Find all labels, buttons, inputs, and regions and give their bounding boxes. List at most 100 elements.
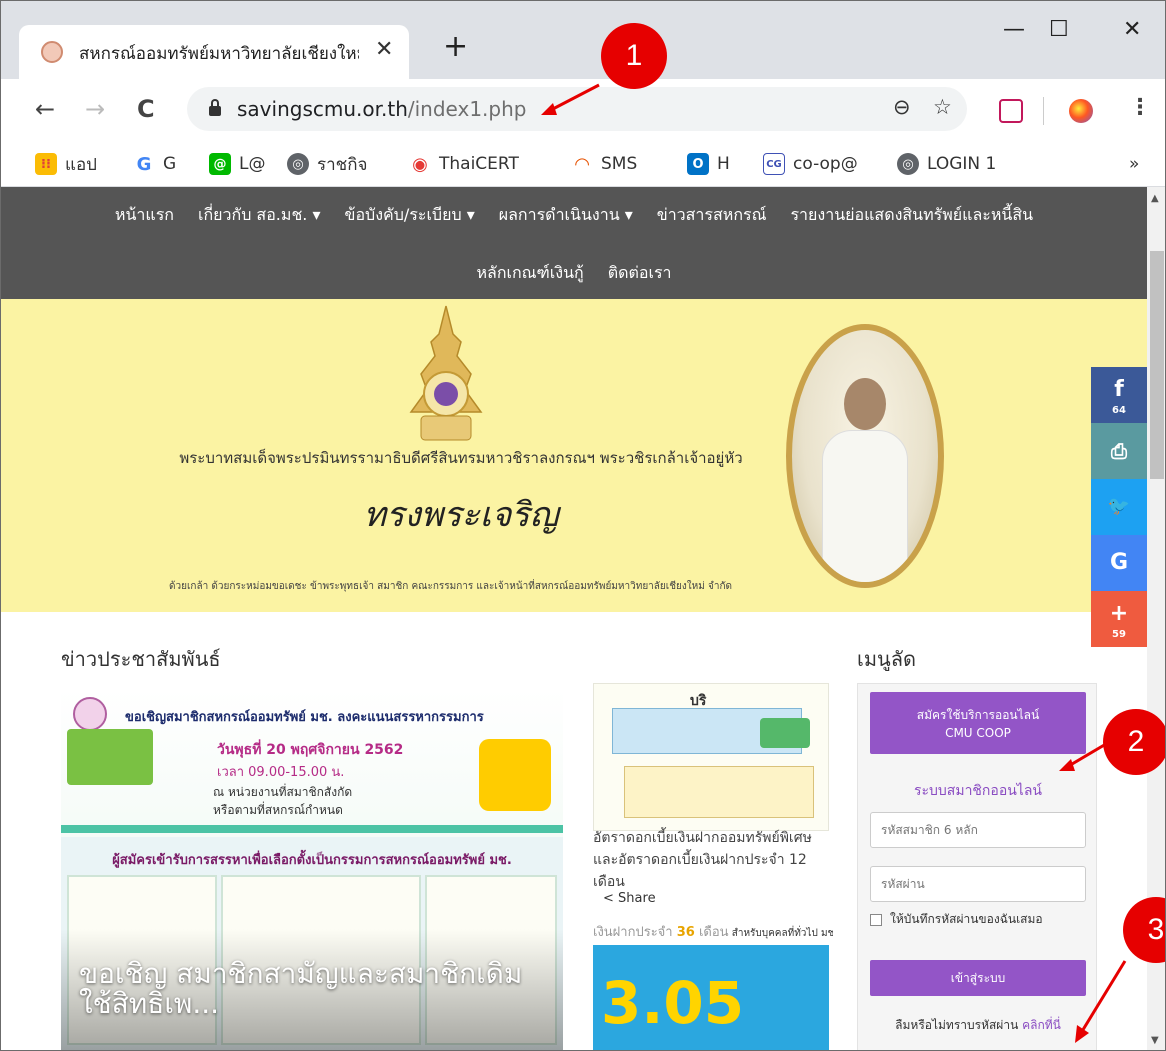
divider-bar — [61, 825, 563, 833]
scroll-down-icon[interactable]: ▼ — [1151, 1035, 1159, 1046]
globe-icon: ◎ — [287, 153, 309, 175]
member-id-input[interactable] — [870, 812, 1086, 848]
share-label: Share — [618, 891, 656, 906]
side-news-title[interactable]: อัตราดอกเบี้ยเงินฝากออมทรัพย์พิเศษ และอั… — [593, 827, 833, 893]
new-tab-button[interactable]: + — [443, 29, 468, 64]
print-icon: ⎙ — [1111, 439, 1127, 463]
news-caption[interactable]: ขอเชิญ สมาชิกสามัญและสมาชิกเดิม ใช้สิทธิ… — [79, 959, 549, 1019]
nav-item-regulations[interactable]: ข้อบังคับ/ระเบียบ ▾ — [345, 203, 475, 228]
share-count: 64 — [1112, 405, 1126, 416]
facebook-share-button[interactable]: f 64 — [1091, 367, 1147, 423]
nav-item-contact[interactable]: ติดต่อเรา — [608, 261, 672, 286]
extension-bird-icon[interactable] — [1069, 99, 1093, 123]
google-icon: G — [1109, 550, 1129, 575]
twitter-icon: 🐦 — [1107, 496, 1131, 517]
scroll-up-icon[interactable]: ▲ — [1151, 193, 1159, 204]
rate-table-graphic — [624, 766, 814, 818]
bookmark-label: L@ — [239, 154, 266, 174]
forgot-link[interactable]: คลิกที่นี่ — [1022, 1018, 1061, 1032]
apply-online-button[interactable]: สมัครใช้บริการออนไลน์ CMU COOP — [870, 692, 1086, 754]
lock-icon[interactable] — [209, 99, 221, 116]
bookmark-coop[interactable]: CG co-op@ — [763, 150, 858, 178]
royal-banner: พระบาทสมเด็จพระปรมินทรรามาธิบดีศรีสินทรม… — [1, 299, 1147, 612]
minimize-button[interactable]: — — [1003, 17, 1025, 42]
bookmark-apps[interactable]: ⁝⁝ แอป — [35, 150, 97, 178]
google-share-button[interactable]: G — [1091, 535, 1147, 591]
bookmark-star-icon[interactable]: ☆ — [933, 95, 952, 119]
signpost-graphic — [67, 729, 153, 785]
news-image-subheader: ผู้สมัครเข้ารับการสรรหาเพื่อเลือกตั้งเป็… — [112, 853, 512, 868]
tab-title: สหกรณ์ออมทรัพย์มหาวิทยาลัยเชียงใหม่ — [79, 44, 359, 64]
quick-menu-heading: เมนูลัด — [857, 647, 916, 671]
bookmark-label: SMS — [601, 154, 638, 174]
checkbox-box[interactable] — [870, 913, 882, 926]
bookmark-ratchakit[interactable]: ◎ ราชกิจ — [287, 150, 367, 178]
forgot-label: ลืมหรือไม่ทราบรหัสผ่าน — [895, 1018, 1023, 1032]
url-text[interactable]: savingscmu.or.th/index1.php — [237, 97, 526, 121]
more-share-button[interactable]: +59 — [1091, 591, 1147, 647]
site-nav: หน้าแรก เกี่ยวกับ สอ.มช. ▾ ข้อบังคับ/ระเ… — [1, 187, 1147, 299]
news-feature-image[interactable]: ขอเชิญสมาชิกสหกรณ์ออมทรัพย์ มช. ลงคะแนนส… — [61, 689, 563, 1050]
fixed-deposit-months: 36 — [676, 925, 695, 940]
outlook-icon: O — [687, 153, 709, 175]
callout-1: 1 — [601, 23, 667, 89]
royal-emblem-icon — [409, 305, 483, 441]
fixed-deposit-label: เงินฝากประจำ — [593, 925, 677, 940]
address-bar[interactable]: savingscmu.or.th/index1.php ⊖ ☆ — [187, 87, 967, 131]
coop-logo-icon — [73, 697, 107, 731]
tab-close-icon[interactable]: ✕ — [375, 37, 393, 62]
nav-item-news[interactable]: ข่าวสารสหกรณ์ — [657, 203, 767, 228]
interest-rate-image[interactable]: บริ — [593, 683, 829, 831]
dedication-text: ด้วยเกล้า ด้วยกระหม่อมขอเดชะ ข้าพระพุทธเ… — [169, 581, 732, 592]
bookmark-g[interactable]: GG — [133, 150, 176, 178]
chrome-menu-icon[interactable]: ⋮ — [1129, 95, 1151, 120]
share-count: 59 — [1112, 629, 1126, 640]
url-path: /index1.php — [407, 97, 527, 121]
nav-item-home[interactable]: หน้าแรก — [115, 203, 174, 228]
password-input[interactable] — [870, 866, 1086, 902]
bookmark-sms[interactable]: ◠ SMS — [571, 150, 637, 178]
login-button[interactable]: เข้าสู่ระบบ — [870, 960, 1086, 996]
scroll-thumb[interactable] — [1150, 251, 1164, 479]
fixed-deposit-image[interactable]: 3.05 — [593, 945, 829, 1050]
google-icon: G — [133, 153, 155, 175]
reload-button[interactable]: C — [137, 95, 155, 123]
forward-button[interactable]: → — [85, 95, 105, 123]
web-page: หน้าแรก เกี่ยวกับ สอ.มช. ▾ ข้อบังคับ/ระเ… — [1, 187, 1147, 1050]
extension-shield-icon[interactable] — [999, 99, 1023, 123]
bookmark-label: G — [163, 154, 177, 174]
fixed-deposit-unit: เดือน — [694, 925, 729, 940]
close-window-button[interactable]: ✕ — [1123, 17, 1141, 42]
twitter-share-button[interactable]: 🐦 — [1091, 479, 1147, 535]
remember-password-checkbox[interactable]: ให้บันทึกรหัสผ่านของฉันเสมอ — [870, 910, 1043, 929]
fixed-deposit-text: เงินฝากประจำ 36 เดือน สำหรับบุคคลที่ทั่ว… — [593, 921, 833, 942]
rate-value: 3.05 — [601, 969, 745, 1037]
bookmarks-bar: ⁝⁝ แอป GG @ L@ ◎ ราชกิจ ◉ ThaiCERT ◠ SMS OH C… — [1, 141, 1165, 187]
bookmark-label: ราชกิจ — [317, 154, 368, 175]
nav-item-report[interactable]: รายงานย่อแสดงสินทรัพย์และหนี้สิน — [790, 203, 1033, 228]
news-image-place: ณ หน่วยงานที่สมาชิกสังกัด หรือตามที่สหกร… — [213, 785, 353, 817]
back-button[interactable]: ← — [35, 95, 55, 123]
maximize-button[interactable]: ☐ — [1049, 17, 1069, 42]
remember-label: ให้บันทึกรหัสผ่านของฉันเสมอ — [890, 912, 1043, 926]
nav-item-performance[interactable]: ผลการดำเนินงาน ▾ — [499, 203, 633, 228]
nav-item-loan-criteria[interactable]: หลักเกณฑ์เงินกู้ — [476, 261, 583, 286]
bookmark-h[interactable]: OH — [687, 150, 730, 178]
long-live-text: ทรงพระเจริญ — [363, 495, 559, 535]
bookmark-line[interactable]: @ L@ — [209, 150, 265, 178]
nav-item-about[interactable]: เกี่ยวกับ สอ.มช. ▾ — [198, 203, 321, 228]
news-image-time: เวลา 09.00-15.00 น. — [217, 765, 345, 780]
bookmark-login1[interactable]: ◎ LOGIN 1 — [897, 150, 996, 178]
line-icon: @ — [209, 153, 231, 175]
bookmark-label: LOGIN 1 — [927, 154, 997, 174]
news-image-date: วันพุธที่ 20 พฤศจิกายน 2562 — [217, 742, 404, 758]
apps-icon: ⁝⁝ — [35, 153, 57, 175]
bookmarks-overflow-icon[interactable]: » — [1129, 150, 1139, 178]
share-icon: < — [603, 891, 614, 906]
browser-tab[interactable]: สหกรณ์ออมทรัพย์มหาวิทยาลัยเชียงใหม่ ✕ — [19, 25, 409, 79]
news-image-header: ขอเชิญสมาชิกสหกรณ์ออมทรัพย์ มช. ลงคะแนนส… — [125, 710, 484, 725]
zoom-icon[interactable]: ⊖ — [893, 95, 911, 119]
print-button[interactable]: ⎙ — [1091, 423, 1147, 479]
share-button[interactable]: < Share — [603, 891, 656, 906]
bookmark-thaicert[interactable]: ◉ ThaiCERT — [409, 150, 519, 178]
